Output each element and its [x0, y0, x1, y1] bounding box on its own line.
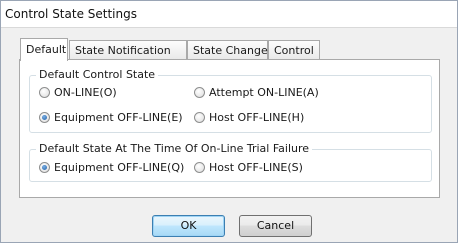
default-control-state-group: Default Control State ON-LINE(O) Attempt…: [29, 68, 432, 133]
radio-attempt-online-label: Attempt ON-LINE(A): [209, 86, 319, 99]
radio-equipment-offline-e-label: Equipment OFF-LINE(E): [54, 111, 183, 124]
radio-equipment-offline-q-label: Equipment OFF-LINE(Q): [54, 161, 185, 174]
radio-attempt-online-indicator[interactable]: [194, 87, 205, 98]
tab-state-change[interactable]: State Change: [187, 40, 268, 59]
title-bar: Control State Settings: [1, 1, 457, 28]
radio-host-offline-h-label: Host OFF-LINE(H): [209, 111, 305, 124]
window-title: Control State Settings: [5, 7, 137, 21]
radio-host-offline-h[interactable]: Host OFF-LINE(H): [194, 111, 304, 124]
online-trial-failure-legend: Default State At The Time Of On-Line Tri…: [36, 142, 313, 155]
radio-host-offline-h-indicator[interactable]: [194, 112, 205, 123]
radio-online-label: ON-LINE(O): [54, 86, 117, 99]
radio-equipment-offline-q[interactable]: Equipment OFF-LINE(Q): [39, 161, 184, 174]
radio-attempt-online[interactable]: Attempt ON-LINE(A): [194, 86, 319, 99]
tab-panel-default: Default Control State ON-LINE(O) Attempt…: [19, 59, 440, 198]
radio-equipment-offline-q-indicator[interactable]: [39, 162, 50, 173]
radio-equipment-offline-e[interactable]: Equipment OFF-LINE(E): [39, 111, 183, 124]
radio-online-indicator[interactable]: [39, 87, 50, 98]
tab-default[interactable]: Default: [20, 38, 68, 61]
cancel-button[interactable]: Cancel: [239, 215, 312, 237]
ok-button[interactable]: OK: [152, 215, 225, 237]
radio-host-offline-s-indicator[interactable]: [194, 162, 205, 173]
tab-state-notification[interactable]: State Notification: [69, 40, 187, 59]
tab-control[interactable]: Control: [268, 40, 320, 59]
radio-online[interactable]: ON-LINE(O): [39, 86, 117, 99]
radio-host-offline-s-label: Host OFF-LINE(S): [209, 161, 303, 174]
online-trial-failure-group: Default State At The Time Of On-Line Tri…: [29, 142, 432, 182]
dialog-window: Control State Settings Default State Not…: [0, 0, 458, 243]
radio-host-offline-s[interactable]: Host OFF-LINE(S): [194, 161, 303, 174]
radio-equipment-offline-e-indicator[interactable]: [39, 112, 50, 123]
default-control-state-legend: Default Control State: [36, 68, 159, 81]
